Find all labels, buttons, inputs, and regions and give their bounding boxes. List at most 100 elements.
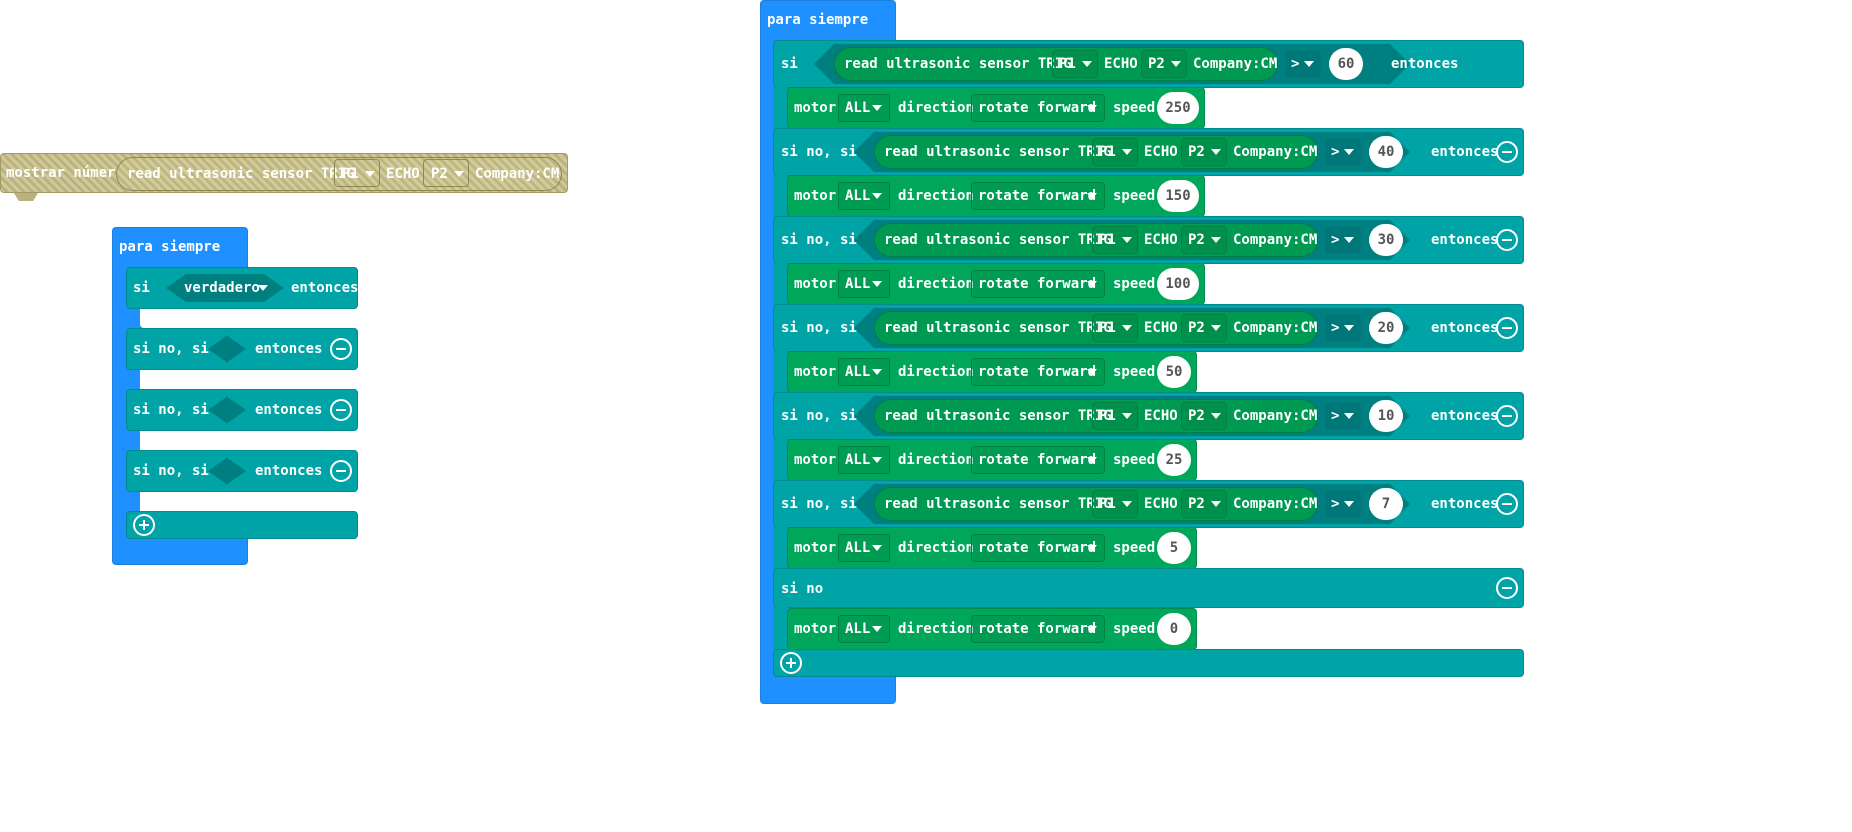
else-row-main[interactable] [773,568,1524,608]
minus-circle-icon[interactable] [1496,493,1518,515]
caret-down-icon [1087,369,1097,375]
caret-down-icon [872,626,882,632]
speed-number-input[interactable]: 25 [1157,444,1191,476]
echo-pin-dropdown-value: P2 [1148,56,1165,72]
sensor-label: read ultrasonic sensor TRIG [884,496,1112,512]
then-label: entonces [291,280,359,296]
caret-down-icon [1344,501,1354,507]
caret-down-icon [872,193,882,199]
echo-pin-dropdown-value: P2 [1188,144,1205,160]
elseif-label: si no, si [133,463,209,479]
else-label: si no [781,581,824,597]
threshold-number-input[interactable]: 40 [1369,136,1403,168]
minus-circle-icon[interactable] [330,399,352,421]
caret-down-icon [1122,237,1132,243]
caret-down-icon [1087,545,1097,551]
speed-label: speed [1113,100,1156,116]
minus-circle-icon[interactable] [1496,141,1518,163]
caret-down-icon [1122,149,1132,155]
plus-circle-icon[interactable] [780,652,802,674]
elseif-label: si no, si [133,402,209,418]
speed-number-input[interactable]: 0 [1157,613,1191,645]
minus-circle-icon[interactable] [1496,317,1518,339]
operator-dropdown[interactable] [1324,226,1362,254]
sensor-label: read ultrasonic sensor TRIG [884,408,1112,424]
echo-label: ECHO [1144,144,1178,160]
threshold-number-input[interactable]: 10 [1369,400,1403,432]
caret-down-icon [1122,501,1132,507]
echo-label: ECHO [1144,408,1178,424]
operator-dropdown[interactable] [1324,402,1362,430]
motor-label: motor [794,100,837,116]
caret-down-icon [1211,501,1221,507]
minus-circle-icon[interactable] [1496,577,1518,599]
then-label: entonces [1431,320,1499,336]
company-label: Company:CM [1233,232,1318,248]
company-label: Company:CM [475,166,560,182]
caret-down-icon [1087,626,1097,632]
empty-statement-slot [140,309,358,328]
echo-label: ECHO [1144,232,1178,248]
caret-down-icon [1211,149,1221,155]
elseif-label: si no, si [781,496,857,512]
caret-down-icon [872,369,882,375]
motor-select-dropdown-value: ALL [845,621,871,637]
speed-number-input[interactable]: 5 [1157,532,1191,564]
then-label: entonces [1431,496,1499,512]
show-number-label: mostrar número [6,165,125,181]
speed-number-input[interactable]: 50 [1157,356,1191,388]
speed-label: speed [1113,364,1156,380]
motor-select-dropdown-value: ALL [845,452,871,468]
elseif-label: si no, si [133,341,209,357]
operator-dropdown[interactable] [1284,50,1322,78]
minus-circle-icon[interactable] [1496,229,1518,251]
trig-pin-dropdown[interactable]: P1 [334,159,380,187]
operator-dropdown[interactable] [1324,138,1362,166]
minus-circle-icon[interactable] [330,338,352,360]
speed-number-input[interactable]: 150 [1157,180,1199,212]
then-label: entonces [1431,144,1499,160]
caret-down-icon [1211,237,1221,243]
caret-down-icon [1211,413,1221,419]
sensor-label: read ultrasonic sensor TRIG [884,232,1112,248]
speed-number-input[interactable]: 100 [1157,268,1199,300]
echo-pin-dropdown[interactable]: P2 [423,159,469,187]
if-footer-main[interactable] [773,649,1524,677]
direction-label: direction [898,540,974,556]
minus-circle-icon[interactable] [330,460,352,482]
operator-dropdown-value: > [1331,320,1340,336]
statement-spine [773,607,787,649]
echo-pin-dropdown-value: P2 [1188,232,1205,248]
caret-down-icon [1344,149,1354,155]
caret-down-icon [1087,457,1097,463]
trig-pin-dropdown-value: P1 [1059,56,1076,72]
threshold-number-input[interactable]: 60 [1329,48,1363,80]
motor-label: motor [794,621,837,637]
caret-down-icon [1344,325,1354,331]
caret-down-icon [1122,325,1132,331]
if-label: si [133,280,150,296]
threshold-number-input[interactable]: 7 [1369,488,1403,520]
operator-dropdown[interactable] [1324,314,1362,342]
show-number-notch [14,193,38,201]
minus-circle-icon[interactable] [1496,405,1518,427]
trig-pin-dropdown-value: P1 [1099,496,1116,512]
operator-dropdown[interactable] [1324,490,1362,518]
echo-label: ECHO [1104,56,1138,72]
speed-label: speed [1113,540,1156,556]
direction-dropdown-value: rotate forward [978,621,1097,637]
echo-label: ECHO [1144,496,1178,512]
empty-statement-slot [140,492,358,511]
caret-down-icon [1211,325,1221,331]
motor-select-dropdown-value: ALL [845,540,871,556]
if-footer-small[interactable] [126,511,358,539]
caret-down-icon [1344,237,1354,243]
speed-number-input[interactable]: 250 [1157,92,1199,124]
caret-down-icon [872,545,882,551]
threshold-number-input[interactable]: 20 [1369,312,1403,344]
caret-down-icon [872,457,882,463]
statement-spine [773,527,787,569]
threshold-number-input[interactable]: 30 [1369,224,1403,256]
plus-circle-icon[interactable] [133,514,155,536]
caret-down-icon [872,105,882,111]
